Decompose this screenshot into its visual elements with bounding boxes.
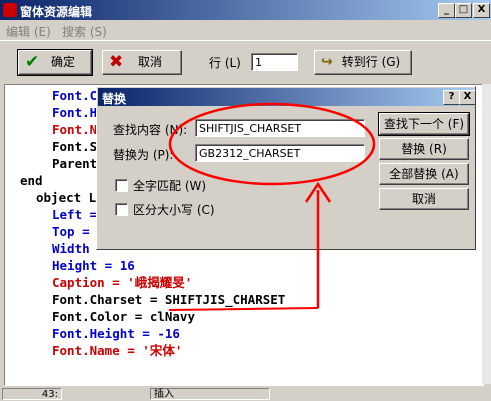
code-line: Parent bbox=[52, 156, 98, 171]
cursor-position: 43: bbox=[2, 388, 62, 400]
find-label: 查找内容 (N): bbox=[113, 123, 188, 137]
cross-icon: ✖ bbox=[109, 52, 124, 72]
goto-line-label: 转到行 (G) bbox=[341, 55, 401, 69]
maximize-button[interactable]: □ bbox=[455, 3, 472, 18]
code-line: Caption = '峨揭耀旻' bbox=[52, 275, 193, 290]
replace-label: 替换为 (P): bbox=[113, 148, 174, 162]
code-line: Font.Name = '宋体' bbox=[52, 343, 183, 358]
replace-input[interactable]: GB2312_CHARSET bbox=[195, 144, 365, 162]
ok-button-label: 确定 bbox=[50, 55, 75, 69]
code-line: object L bbox=[36, 190, 97, 205]
title-bar: 窗体资源编辑 _ □ X bbox=[0, 0, 491, 20]
dialog-cancel-button[interactable]: 取消 bbox=[379, 188, 469, 210]
help-button[interactable]: ? bbox=[443, 90, 460, 105]
code-line: Font.S bbox=[52, 139, 98, 154]
code-line: Font.H bbox=[52, 105, 98, 120]
code-line: end bbox=[20, 173, 43, 188]
match-case-label: 区分大小写 (C) bbox=[133, 203, 215, 217]
cancel-button-label: 取消 bbox=[137, 55, 162, 69]
app-icon bbox=[3, 3, 17, 17]
replace-dialog: 替换 ? X 查找内容 (N): SHIFTJIS_CHARSET 替换为 (P… bbox=[96, 86, 476, 250]
ok-button[interactable]: ✔ 确定 bbox=[17, 49, 93, 76]
cancel-button[interactable]: ✖ 取消 bbox=[102, 50, 182, 75]
find-next-button[interactable]: 查找下一个 (F) bbox=[378, 112, 470, 136]
code-line: Width bbox=[52, 241, 90, 256]
line-number-input[interactable]: 1 bbox=[251, 53, 298, 71]
goto-arrow-icon: ↪ bbox=[321, 54, 333, 70]
replace-button[interactable]: 替换 (R) bbox=[379, 138, 469, 160]
code-line: Font.Charset = SHIFTJIS_CHARSET bbox=[52, 292, 286, 307]
menu-bar: 编辑 (E) 搜索 (S) bbox=[0, 20, 491, 40]
checkmark-icon: ✔ bbox=[25, 52, 40, 72]
code-line: Font.C bbox=[52, 88, 98, 103]
replace-all-button[interactable]: 全部替换 (A) bbox=[379, 163, 469, 185]
minimize-button[interactable]: _ bbox=[438, 3, 455, 18]
menu-search[interactable]: 搜索 (S) bbox=[62, 23, 107, 40]
goto-line-button[interactable]: ↪ 转到行 (G) bbox=[314, 50, 412, 75]
code-line: Font.Color = clNavy bbox=[52, 309, 195, 324]
code-line: Font.Height = -16 bbox=[52, 326, 180, 341]
code-line: Left = bbox=[52, 207, 98, 222]
insert-mode: 插入 bbox=[150, 388, 270, 400]
status-bar: 43: 插入 bbox=[0, 387, 491, 400]
toolbar: ✔ 确定 ✖ 取消 行 (L) 1 ↪ 转到行 (G) bbox=[0, 40, 491, 79]
menu-edit[interactable]: 编辑 (E) bbox=[6, 23, 51, 40]
dialog-title: 替换 bbox=[102, 92, 127, 106]
dialog-close-button[interactable]: X bbox=[459, 90, 476, 105]
whole-word-label: 全字匹配 (W) bbox=[133, 179, 207, 193]
code-line: Font.N bbox=[52, 122, 98, 137]
code-line: Height = 16 bbox=[52, 258, 135, 273]
close-button[interactable]: X bbox=[473, 3, 490, 18]
window-title: 窗体资源编辑 bbox=[20, 5, 93, 19]
vertical-scrollbar[interactable] bbox=[482, 84, 491, 384]
find-input[interactable]: SHIFTJIS_CHARSET bbox=[195, 119, 365, 137]
dialog-title-bar: 替换 ? X bbox=[98, 88, 476, 106]
code-line: Top = bbox=[52, 224, 90, 239]
line-label: 行 (L) bbox=[209, 56, 241, 70]
match-case-checkbox[interactable] bbox=[115, 203, 128, 216]
whole-word-checkbox[interactable] bbox=[115, 179, 128, 192]
